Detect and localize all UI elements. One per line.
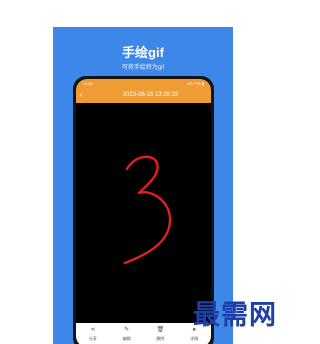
share-label: 分享 xyxy=(88,336,97,341)
header-title: 2023-06-15 13:28:32 xyxy=(122,92,179,98)
hand-drawn-3 xyxy=(123,155,172,265)
edit-icon: ✎ xyxy=(124,327,130,333)
delete-icon: 🗑 xyxy=(156,327,165,333)
info-label: 详情 xyxy=(190,336,199,341)
promo-title: 手绘gif xyxy=(122,45,164,60)
status-signal: 4G ⁸⁹% ▮ xyxy=(187,81,204,86)
phone-screen: 11:36 4G ⁸⁹% ▮ ‹ 2023-06-15 13:28:32 ⋖ 分… xyxy=(76,79,211,344)
status-time: 11:36 xyxy=(83,81,93,86)
delete-button[interactable]: 🗑 删除 xyxy=(144,323,178,344)
status-bar: 11:36 4G ⁸⁹% ▮ xyxy=(76,79,211,88)
share-button[interactable]: ⋖ 分享 xyxy=(76,323,110,344)
back-arrow-icon[interactable]: ‹ xyxy=(80,90,83,100)
app-header: ‹ 2023-06-15 13:28:32 xyxy=(76,88,211,103)
edit-label: 编辑 xyxy=(122,336,131,341)
bottom-toolbar: ⋖ 分享 ✎ 编辑 🗑 删除 ● 详情 xyxy=(76,323,211,344)
edit-button[interactable]: ✎ 编辑 xyxy=(110,323,144,344)
drawing-canvas[interactable] xyxy=(79,103,208,323)
promo-subtitle: 可将手绘转为gif xyxy=(121,65,165,71)
watermark-logo: 最需网 xyxy=(193,300,277,331)
delete-label: 删除 xyxy=(156,336,165,341)
share-icon: ⋖ xyxy=(90,327,96,333)
